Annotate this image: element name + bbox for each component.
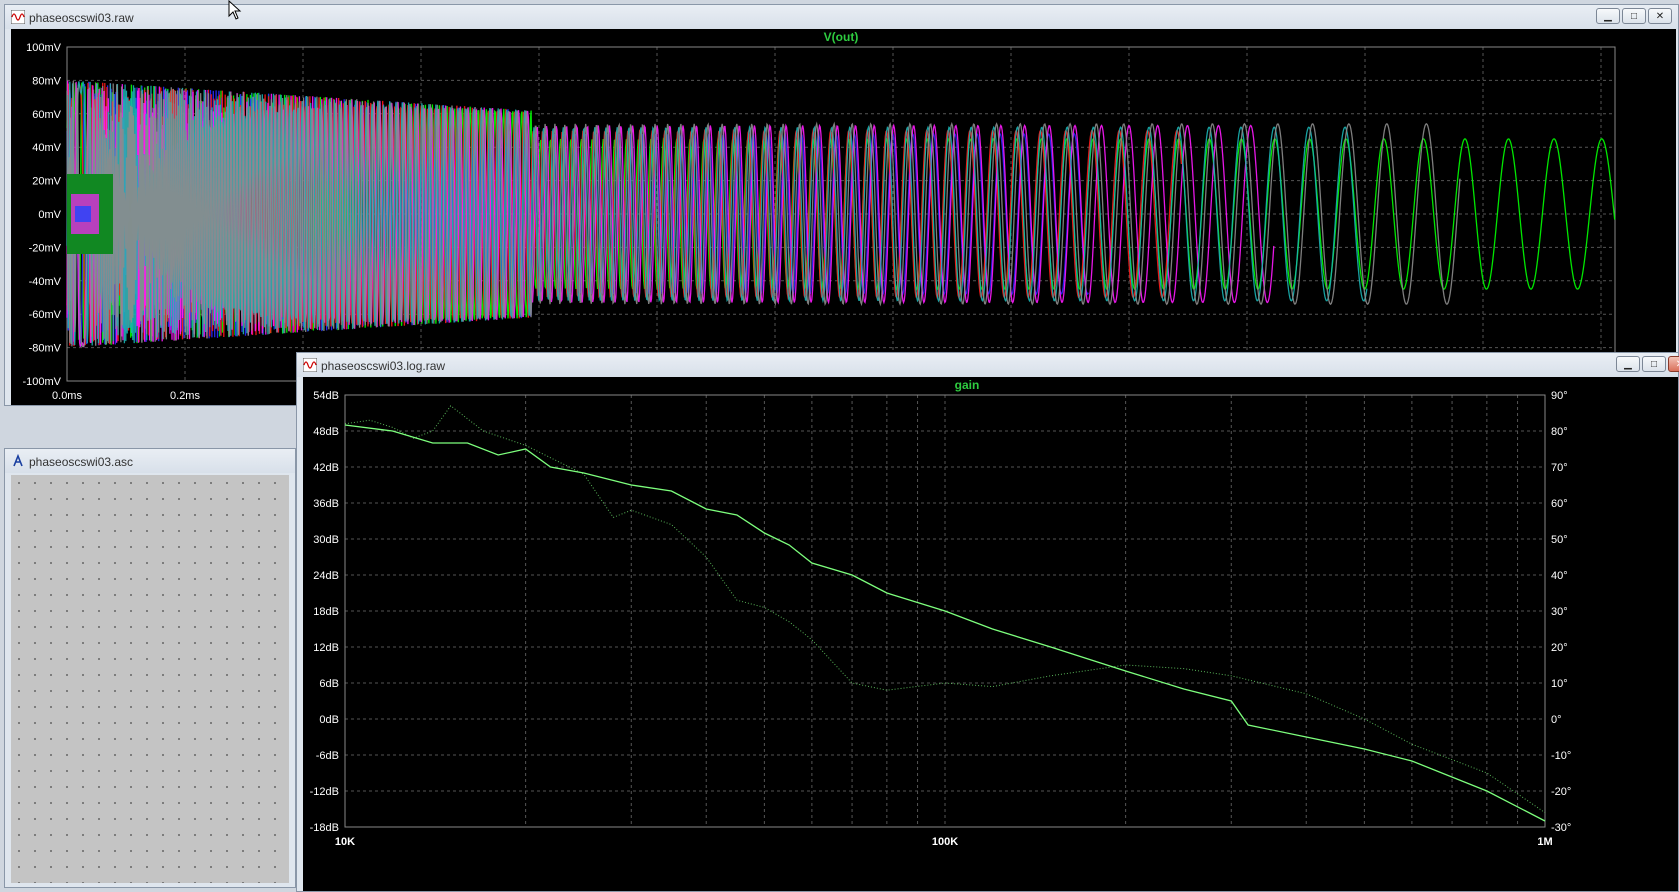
y-tick-label: 30dB	[313, 534, 339, 546]
raw-window: phaseoscswi03.raw ▁ □ ✕ V(out) 100mV 80mV 6…	[4, 4, 1679, 406]
x-tick-label: 10K	[335, 836, 355, 848]
y2-tick-label: 10°	[1551, 678, 1568, 690]
y-tick-label: 60mV	[32, 109, 61, 121]
y-tick-label: 40mV	[32, 142, 61, 154]
y-tick-label: 18dB	[313, 606, 339, 618]
raw-titlebar[interactable]: phaseoscswi03.raw ▁ □ ✕	[5, 5, 1678, 29]
x-tick-label: 0.0ms	[52, 390, 82, 402]
mouse-cursor-icon	[228, 0, 242, 20]
y-tick-label: -6dB	[316, 750, 339, 762]
y-tick-label: -80mV	[29, 343, 62, 355]
y2-tick-label: 80°	[1551, 426, 1568, 438]
y-tick-label: 24dB	[313, 570, 339, 582]
y2-tick-label: 50°	[1551, 534, 1568, 546]
minimize-button[interactable]: ▁	[1596, 8, 1620, 24]
gain-plot[interactable]: gain 54dB 90° 48dB 80° 42dB 70° 36dB 60° 30dB 50° 2…	[303, 377, 1678, 891]
y2-tick-label: 40°	[1551, 570, 1568, 582]
y-tick-label: -12dB	[310, 786, 339, 798]
waveform-icon	[11, 10, 25, 24]
x-tick-label: 0.2ms	[170, 390, 200, 402]
y-tick-label: 36dB	[313, 498, 339, 510]
y-tick-label: 48dB	[313, 426, 339, 438]
maximize-button[interactable]: □	[1622, 8, 1646, 24]
minimize-button[interactable]: ▁	[1616, 356, 1640, 372]
schematic-icon	[13, 454, 23, 467]
maximize-button[interactable]: □	[1642, 356, 1666, 372]
log-window: phaseoscswi03.log.raw ▁ □ ✕ gain 54dB 90° 4…	[296, 352, 1679, 892]
close-button[interactable]: ✕	[1668, 356, 1679, 372]
close-button[interactable]: ✕	[1648, 8, 1672, 24]
y-tick-label: -40mV	[29, 276, 62, 288]
asc-window: phaseoscswi03.asc	[4, 448, 296, 888]
x-tick-label: 100K	[932, 836, 958, 848]
y-tick-label: 80mV	[32, 75, 61, 87]
y2-tick-label: -10°	[1551, 750, 1571, 762]
raw-window-title: phaseoscswi03.raw	[29, 11, 134, 25]
asc-titlebar[interactable]: phaseoscswi03.asc	[5, 449, 295, 473]
y2-tick-label: 60°	[1551, 498, 1568, 510]
y-tick-label: 54dB	[313, 390, 339, 402]
schematic-canvas[interactable]	[11, 475, 289, 883]
y2-tick-label: -20°	[1551, 786, 1571, 798]
y-tick-label: -20mV	[29, 242, 62, 254]
log-titlebar[interactable]: phaseoscswi03.log.raw ▁ □ ✕	[297, 353, 1679, 377]
y-tick-label: 100mV	[26, 42, 62, 54]
y-tick-label: 12dB	[313, 642, 339, 654]
y-tick-label: 42dB	[313, 462, 339, 474]
log-window-title: phaseoscswi03.log.raw	[321, 359, 446, 373]
plot-title: gain	[955, 378, 980, 392]
y2-tick-label: -30°	[1551, 822, 1571, 834]
y-tick-label: 0dB	[319, 714, 339, 726]
y-tick-label: 0mV	[38, 209, 61, 221]
y2-tick-label: 90°	[1551, 390, 1568, 402]
y-tick-label: 6dB	[319, 678, 339, 690]
y2-tick-label: 30°	[1551, 606, 1568, 618]
y2-tick-label: 70°	[1551, 462, 1568, 474]
plot-title: V(out)	[824, 30, 859, 44]
y2-tick-label: 0°	[1551, 714, 1562, 726]
x-tick-label: 1M	[1537, 836, 1552, 848]
y-tick-label: -100mV	[22, 376, 61, 388]
asc-window-title: phaseoscswi03.asc	[29, 455, 134, 469]
startup-block	[75, 206, 91, 222]
transient-plot[interactable]: V(out) 100mV 80mV 60mV 40mV 20mV 0mV -20mV -40mV…	[11, 29, 1676, 405]
y-tick-label: -18dB	[310, 822, 339, 834]
y-tick-label: -60mV	[29, 309, 62, 321]
y-tick-label: 20mV	[32, 176, 61, 188]
y2-tick-label: 20°	[1551, 642, 1568, 654]
waveform-icon	[303, 358, 317, 372]
